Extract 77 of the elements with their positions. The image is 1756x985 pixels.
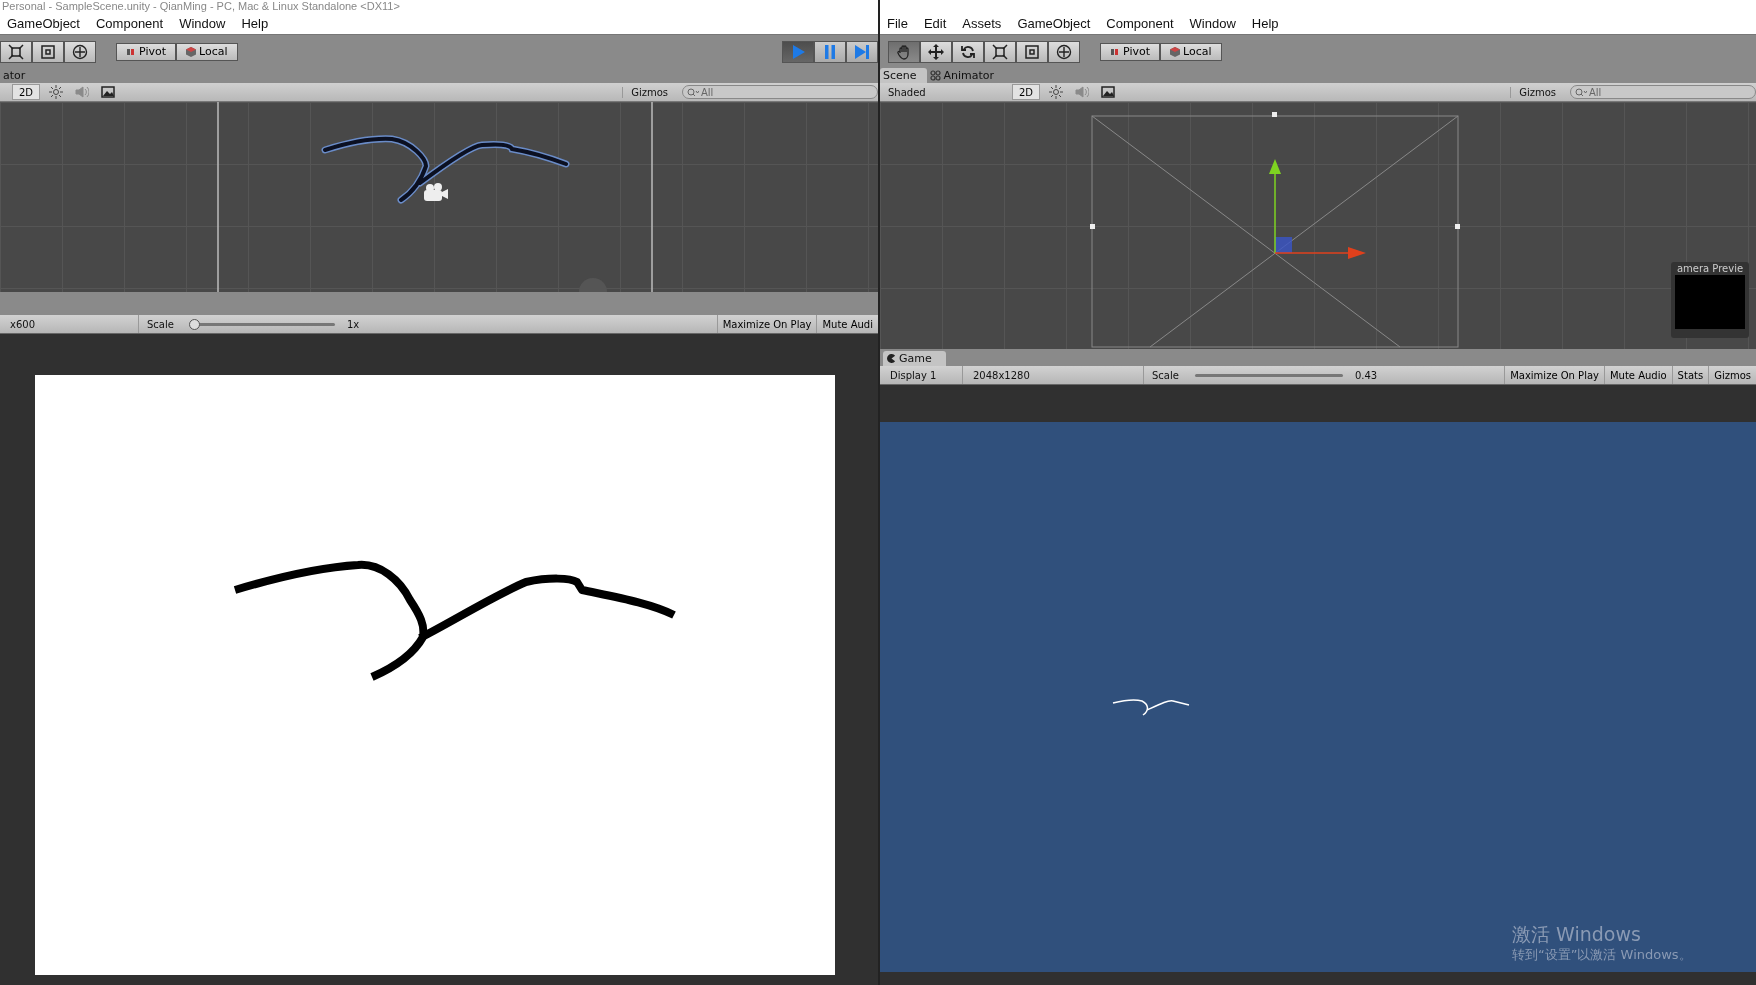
menu-item[interactable]: File <box>887 15 908 31</box>
pivot-icon <box>126 46 136 57</box>
scale-icon <box>992 43 1008 60</box>
step-icon <box>854 43 870 60</box>
gizmos-dropdown[interactable]: Gizmos <box>1510 86 1564 98</box>
preview-title: amera Previe <box>1676 262 1744 275</box>
pivot-icon <box>1110 46 1120 57</box>
tool-button[interactable] <box>1048 40 1080 63</box>
play-icon <box>790 43 806 60</box>
animator-icon <box>929 70 941 81</box>
scale-value: 1x <box>346 318 360 330</box>
rect-icon <box>40 43 56 60</box>
tool-button[interactable] <box>984 40 1016 63</box>
2d-toggle[interactable]: 2D <box>12 84 41 100</box>
game-toolbar-button[interactable]: Maximize On Play <box>1504 366 1604 384</box>
menu-item[interactable]: Window <box>179 15 226 31</box>
shading-dropdown[interactable]: Shaded <box>880 86 1006 98</box>
image-icon[interactable] <box>101 86 116 98</box>
game-toolbar-button[interactable]: Gizmos <box>1708 366 1756 384</box>
gizmos-dropdown[interactable]: Gizmos <box>622 86 676 98</box>
tool-button[interactable] <box>32 40 64 63</box>
play-control-button[interactable] <box>814 40 846 63</box>
rotate-icon <box>960 43 976 60</box>
game-toolbar-button[interactable]: Mute Audio <box>1603 366 1672 384</box>
menu-item[interactable]: Component <box>1106 15 1174 31</box>
local-button[interactable]: Local <box>176 42 238 61</box>
scale-value: 0.43 <box>1354 369 1378 381</box>
search-icon <box>1575 87 1587 97</box>
panel-tab[interactable]: Animator <box>926 68 1005 83</box>
sun-icon[interactable] <box>1049 85 1064 99</box>
window-title: Personal - SampleScene.unity - QianMing - PC, Mac & Linux Standalone <DX11> <box>2 0 400 12</box>
menu-item[interactable]: GameObject <box>7 15 80 31</box>
cube-icon <box>1170 46 1180 57</box>
pause-icon <box>822 43 838 60</box>
tool-button[interactable] <box>952 40 984 63</box>
preview-image <box>1675 275 1745 329</box>
hand-icon <box>896 43 912 60</box>
2d-toggle[interactable]: 2D <box>1012 84 1041 100</box>
transform-icon <box>1056 43 1072 60</box>
rect-icon <box>1024 43 1040 60</box>
menu-item[interactable]: Help <box>241 15 269 31</box>
menu-item[interactable]: Help <box>1251 15 1279 31</box>
play-control-button[interactable] <box>846 40 878 63</box>
play-control-button[interactable] <box>782 40 814 63</box>
menu-item[interactable]: Component <box>96 15 164 31</box>
activation-message: 转到“设置”以激活 Windows。 <box>1512 946 1692 964</box>
tool-button[interactable] <box>0 40 32 63</box>
resolution-dropdown[interactable]: 2048x1280 <box>963 366 1144 384</box>
resolution-dropdown[interactable]: x600 <box>0 315 139 333</box>
scale-icon <box>8 43 24 60</box>
cube-icon <box>186 46 196 57</box>
menu-item[interactable]: Assets <box>962 15 1002 31</box>
activation-title: 激活 Windows <box>1512 922 1642 946</box>
panel-tab[interactable]: ator <box>0 68 36 83</box>
pacman-icon <box>887 354 896 363</box>
local-button[interactable]: Local <box>1160 42 1222 61</box>
display-dropdown[interactable]: Display 1 <box>880 366 963 384</box>
tool-button[interactable] <box>64 40 96 63</box>
tool-button[interactable] <box>920 40 952 63</box>
transform-icon <box>72 43 88 60</box>
search-icon <box>687 87 699 97</box>
menu-item[interactable]: GameObject <box>1017 15 1091 31</box>
sun-icon[interactable] <box>49 85 64 99</box>
image-icon[interactable] <box>1101 86 1116 98</box>
scale-label: Scale <box>1152 369 1179 381</box>
pivot-button[interactable]: Pivot <box>116 42 176 61</box>
pivot-button[interactable]: Pivot <box>1100 42 1160 61</box>
panel-tab[interactable]: Scene <box>880 68 927 83</box>
menu-item[interactable]: Window <box>1189 15 1236 31</box>
scale-label: Scale <box>147 318 174 330</box>
menu-item[interactable]: Edit <box>923 15 947 31</box>
game-toolbar-button[interactable]: Mute Audi <box>816 315 878 333</box>
move-icon <box>928 43 944 60</box>
game-toolbar-button[interactable]: Stats <box>1671 366 1709 384</box>
tool-button[interactable] <box>1016 40 1048 63</box>
game-toolbar-button[interactable]: Maximize On Play <box>716 315 817 333</box>
game-tab[interactable]: Game <box>883 351 946 366</box>
